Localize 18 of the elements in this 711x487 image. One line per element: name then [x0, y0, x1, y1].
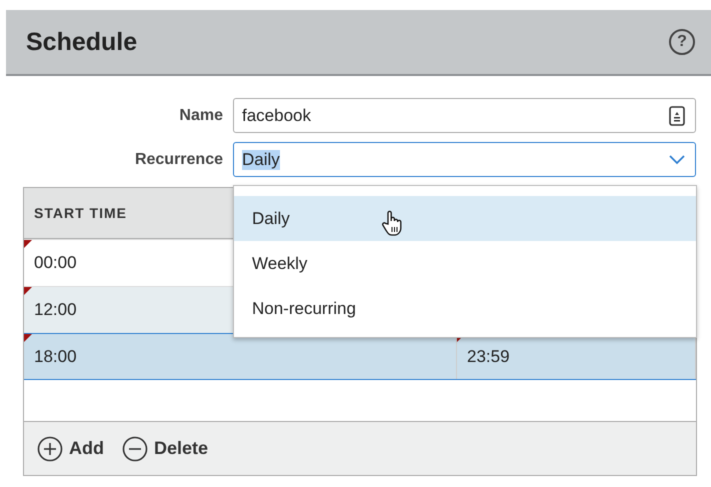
- name-input-field[interactable]: facebook: [233, 98, 696, 133]
- delete-button[interactable]: Delete: [122, 436, 208, 462]
- hand-pointer-icon: [382, 210, 404, 236]
- field-label: Recurrence: [134, 150, 223, 168]
- minus-circle-icon: [122, 436, 148, 462]
- dropdown-option[interactable]: Weekly: [234, 241, 696, 286]
- contact-card-icon: [669, 106, 685, 126]
- field-label: Name: [178, 106, 223, 124]
- column-header: START TIME: [34, 205, 127, 221]
- table-row[interactable]: 18:00 23:59: [24, 333, 696, 380]
- dialog-title: Schedule: [26, 28, 138, 56]
- dropdown-option[interactable]: Daily: [234, 196, 696, 241]
- chevron-down-icon: [669, 154, 685, 164]
- add-button[interactable]: Add: [37, 436, 104, 462]
- recurrence-dropdown[interactable]: Daily: [233, 142, 696, 177]
- dropdown-option[interactable]: Non-recurring: [234, 286, 696, 331]
- help-button[interactable]: ?: [669, 29, 695, 55]
- plus-circle-icon: [37, 436, 63, 462]
